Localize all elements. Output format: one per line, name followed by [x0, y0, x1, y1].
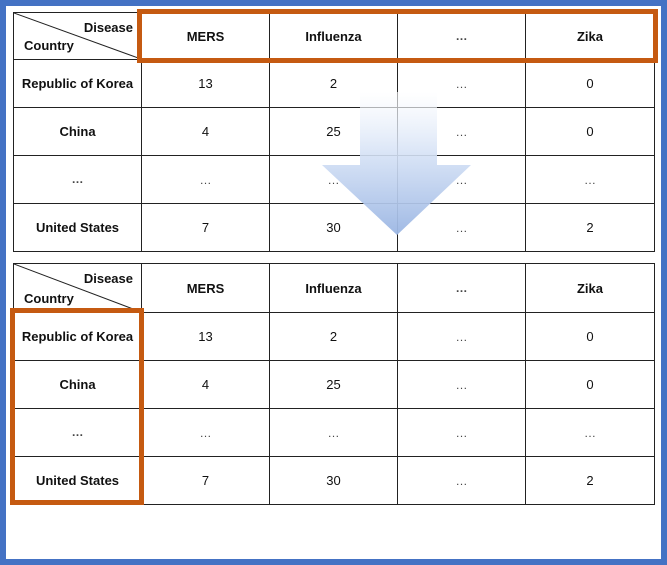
cell: 0 [525, 59, 655, 108]
cell: … [397, 312, 526, 361]
column-header: MERS [141, 12, 270, 60]
column-header: … [397, 263, 526, 313]
cell: 25 [269, 107, 398, 156]
cell: 13 [141, 59, 270, 108]
table-top: Disease Country MERS Influenza … Zika Re… [13, 12, 655, 252]
cell: … [525, 155, 655, 204]
column-header: Influenza [269, 12, 398, 60]
table-row: United States 7 30 … 2 [13, 456, 655, 505]
column-header: MERS [141, 263, 270, 313]
row-header: United States [13, 203, 142, 252]
corner-header: Disease Country [13, 12, 142, 60]
corner-header: Disease Country [13, 263, 142, 313]
column-header: Influenza [269, 263, 398, 313]
cell: … [141, 155, 270, 204]
cell: … [397, 203, 526, 252]
row-header: China [13, 360, 142, 409]
cell: … [397, 59, 526, 108]
row-header: Republic of Korea [13, 59, 142, 108]
row-header: … [13, 155, 142, 204]
cell: 30 [269, 456, 398, 505]
cell: 4 [141, 360, 270, 409]
header-row: Disease Country MERS Influenza … Zika [13, 12, 655, 60]
table-bottom: Disease Country MERS Influenza … Zika Re… [13, 263, 655, 505]
cell: 13 [141, 312, 270, 361]
cell: … [397, 155, 526, 204]
row-header: United States [13, 456, 142, 505]
table-row: United States 7 30 … 2 [13, 203, 655, 252]
country-label: Country [24, 291, 74, 306]
cell: … [141, 408, 270, 457]
cell: … [397, 456, 526, 505]
cell: … [397, 107, 526, 156]
cell: 2 [269, 59, 398, 108]
disease-label: Disease [83, 271, 133, 286]
column-header: Zika [525, 263, 655, 313]
cell: 0 [525, 107, 655, 156]
cell: 7 [141, 456, 270, 505]
row-header: … [13, 408, 142, 457]
cell: … [269, 155, 398, 204]
table-row: Republic of Korea 13 2 … 0 [13, 312, 655, 361]
table-row: China 4 25 … 0 [13, 107, 655, 156]
cell: 25 [269, 360, 398, 409]
cell: 0 [525, 360, 655, 409]
cell: … [397, 360, 526, 409]
cell: 4 [141, 107, 270, 156]
cell: 7 [141, 203, 270, 252]
header-row: Disease Country MERS Influenza … Zika [13, 263, 655, 313]
cell: 2 [269, 312, 398, 361]
table-row: … … … … … [13, 155, 655, 204]
row-header: China [13, 107, 142, 156]
cell: 2 [525, 203, 655, 252]
cell: 0 [525, 312, 655, 361]
cell: … [525, 408, 655, 457]
cell: 2 [525, 456, 655, 505]
table-row: Republic of Korea 13 2 … 0 [13, 59, 655, 108]
column-header: … [397, 12, 526, 60]
column-header: Zika [525, 12, 655, 60]
disease-label: Disease [83, 20, 133, 35]
country-label: Country [24, 38, 74, 53]
cell: … [269, 408, 398, 457]
row-header: Republic of Korea [13, 312, 142, 361]
cell: 30 [269, 203, 398, 252]
cell: … [397, 408, 526, 457]
table-row: … … … … … [13, 408, 655, 457]
table-row: China 4 25 … 0 [13, 360, 655, 409]
